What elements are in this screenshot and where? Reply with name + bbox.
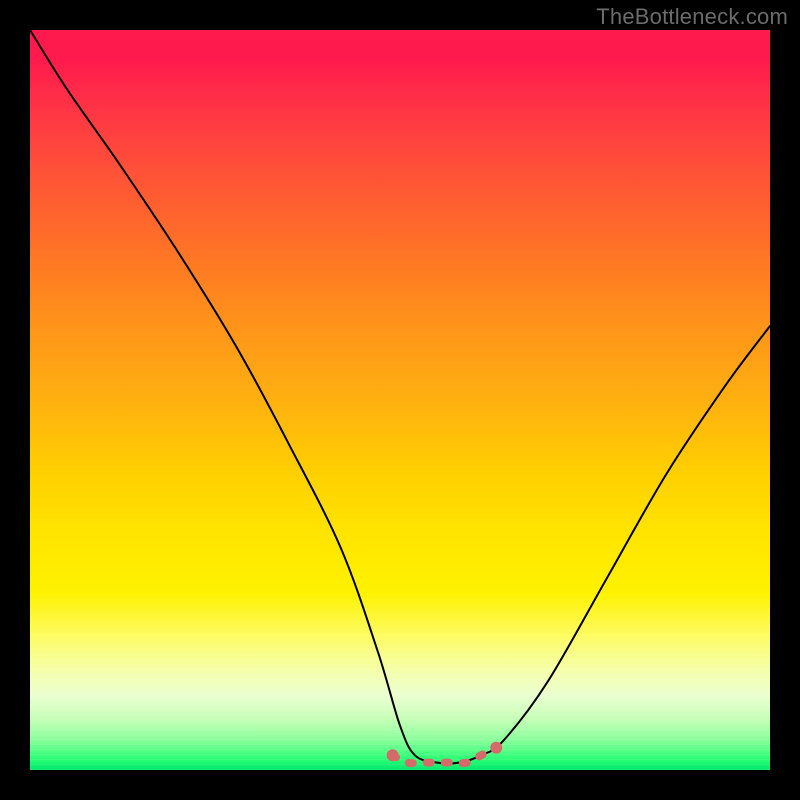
marker-end-dot — [490, 742, 502, 754]
bottleneck-curve — [30, 30, 770, 764]
chart-frame: TheBottleneck.com — [0, 0, 800, 800]
curve-layer — [30, 30, 770, 770]
watermark-text: TheBottleneck.com — [596, 4, 788, 30]
marker-start-dot — [387, 749, 399, 761]
optimal-band-marker — [393, 748, 497, 763]
plot-area — [30, 30, 770, 770]
